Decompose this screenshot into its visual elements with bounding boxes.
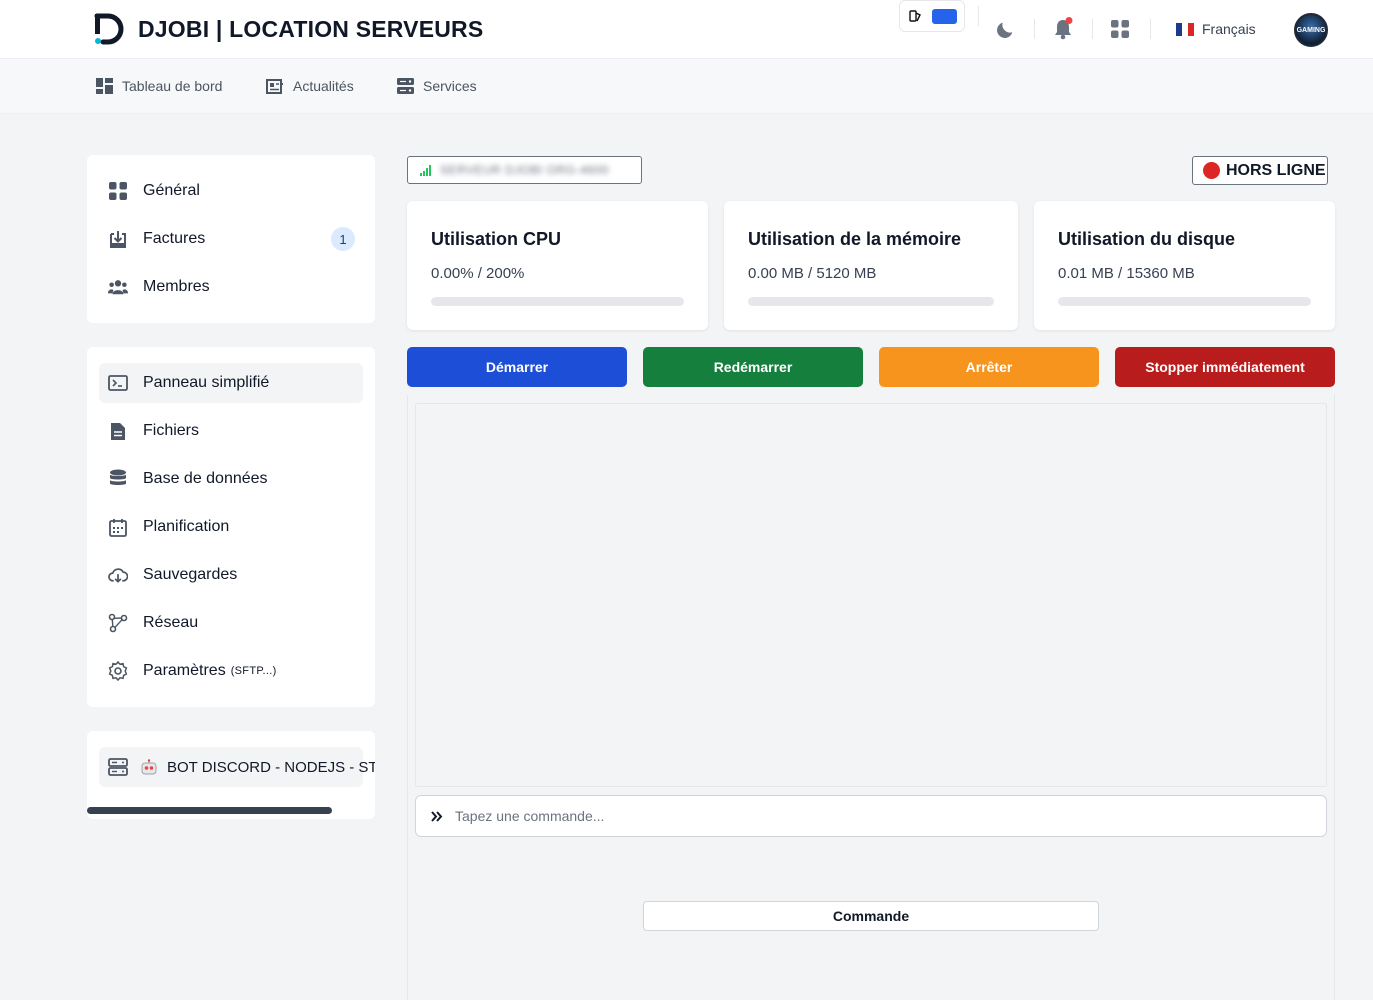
users-icon [108,277,128,297]
moon-icon[interactable] [994,19,1016,46]
avatar-text: GAMING [1296,26,1326,34]
top-bar: DJOBI | LOCATION SERVEURS Français GAMIN… [0,0,1373,59]
theme-toggle[interactable] [899,0,965,32]
invoice-count-badge: 1 [331,227,355,251]
stop-button[interactable]: Arrêter [879,347,1099,387]
sidebar-item-label: Paramètres [143,662,226,679]
sidebar-item-simple-panel[interactable]: Panneau simplifié [99,363,363,403]
server-name: SERVEUR DJOBI ORG-4600 [440,163,609,177]
stat-card-disk: Utilisation du disque 0.01 MB / 15360 MB [1034,201,1335,330]
stat-value: 0.00% / 200% [431,265,525,282]
sidebar-item-settings[interactable]: Paramètres (SFTP...) [99,651,363,691]
nav-services-label: Services [423,78,477,94]
file-icon [108,421,128,441]
divider [1092,19,1093,39]
brand-logo-icon [94,13,128,45]
sidebar-item-label: Général [143,182,200,199]
french-flag-icon [1176,22,1194,36]
status-badge: HORS LIGNE [1192,156,1328,185]
brand[interactable]: DJOBI | LOCATION SERVEURS [94,13,483,45]
stat-card-cpu: Utilisation CPU 0.00% / 200% [407,201,708,330]
language-label: Français [1202,21,1256,37]
app-title: DJOBI | LOCATION SERVEURS [138,15,484,42]
nav-dashboard[interactable]: Tableau de bord [96,78,222,94]
newspaper-icon [266,78,283,94]
stat-value: 0.00 MB / 5120 MB [748,265,877,282]
progress-bar [748,297,994,306]
language-selector[interactable]: Français [1176,21,1256,37]
stat-title: Utilisation CPU [431,229,562,249]
apps-grid-icon[interactable] [1110,19,1130,44]
sidebar-item-label: Factures [143,230,206,247]
divider [978,6,979,26]
send-command-button[interactable]: Commande [643,901,1099,931]
calendar-icon [108,517,128,537]
current-service[interactable]: BOT DISCORD - NODEJS - ST [99,747,375,787]
dashboard-icon [96,78,113,94]
server-name-box: SERVEUR DJOBI ORG-4600 [407,156,642,184]
secondary-nav: Tableau de bord Actualités Services [0,59,1373,114]
sidebar-service-card: BOT DISCORD - NODEJS - ST [87,731,375,819]
settings-suffix: (SFTP...) [230,665,277,677]
sidebar-server-card: Panneau simplifié Fichiers Base de donné… [87,347,375,707]
start-button[interactable]: Démarrer [407,347,627,387]
server-stack-icon [108,757,128,777]
divider [1034,19,1035,39]
sidebar-item-invoices[interactable]: Factures 1 [99,219,363,259]
invoice-icon [108,229,128,249]
sidebar-item-label: Planification [143,518,230,535]
sidebar-item-files[interactable]: Fichiers [99,411,363,451]
nav-news[interactable]: Actualités [266,78,354,94]
sidebar-item-schedule[interactable]: Planification [99,507,363,547]
kill-button[interactable]: Stopper immédiatement [1115,347,1335,387]
restart-button[interactable]: Redémarrer [643,347,863,387]
sidebar-item-network[interactable]: Réseau [99,603,363,643]
settings-icon [108,661,128,681]
status-label: HORS LIGNE [1226,161,1326,179]
sidebar-item-label: Sauvegardes [143,566,238,583]
nav-services[interactable]: Services [397,78,477,94]
sidebar-item-label: Base de données [143,470,268,487]
stat-value: 0.01 MB / 15360 MB [1058,265,1195,282]
stat-title: Utilisation de la mémoire [748,229,962,249]
nav-news-label: Actualités [293,78,354,94]
database-icon [108,469,128,489]
divider [1150,19,1151,39]
terminal-icon [108,373,128,393]
sidebar-item-label: Panneau simplifié [143,374,270,391]
sidebar-item-members[interactable]: Membres [99,267,363,307]
theme-toggle-indicator [932,9,957,24]
chevron-double-right-icon [431,810,443,822]
bell-icon[interactable] [1052,17,1074,46]
stat-card-memory: Utilisation de la mémoire 0.00 MB / 5120… [724,201,1018,330]
progress-bar [1058,297,1311,306]
signal-icon [420,164,431,176]
command-input-wrapper[interactable] [415,795,1327,837]
robot-icon [140,758,158,776]
sidebar-item-database[interactable]: Base de données [99,459,363,499]
sidebar-item-label: Réseau [143,614,199,631]
sidebar-item-general[interactable]: Général [99,171,363,211]
grid-icon [108,181,128,201]
nav-dashboard-label: Tableau de bord [122,78,223,94]
sidebar-account-card: Général Factures 1 Membres [87,155,375,323]
network-icon [108,613,128,633]
horizontal-scrollbar[interactable] [87,807,332,814]
cloud-download-icon [108,565,128,585]
server-icon [397,78,414,94]
sidebar-item-backups[interactable]: Sauvegardes [99,555,363,595]
stat-title: Utilisation du disque [1058,229,1236,249]
progress-bar [431,297,684,306]
sidebar-item-label: Fichiers [143,422,200,439]
avatar[interactable]: GAMING [1294,13,1328,47]
palette-icon [909,9,923,28]
console-output[interactable] [415,403,1327,787]
current-service-label: BOT DISCORD - NODEJS - ST [167,758,375,776]
sidebar-item-label: Membres [143,278,210,295]
status-dot-icon [1203,162,1220,179]
command-input[interactable] [455,808,1255,824]
